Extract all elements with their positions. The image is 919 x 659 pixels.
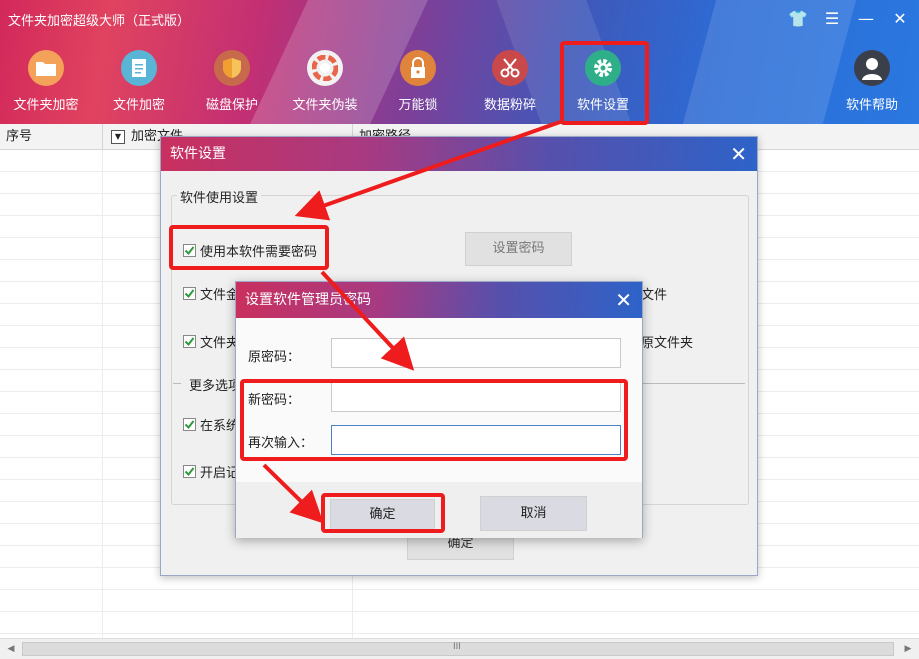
toolbar-label: 数据粉碎 [483, 98, 536, 113]
checkbox-checked-icon [183, 465, 196, 478]
table-row[interactable] [0, 590, 919, 612]
old-password-input[interactable] [331, 338, 621, 368]
app-title: 文件夹加密超级大师（正式版） [8, 14, 191, 29]
option-right-text: 原文件夹 [641, 336, 694, 351]
option-checkbox-4[interactable]: 在系统 [183, 415, 239, 434]
annotation-box-require-password [169, 225, 329, 270]
settings-dialog-title: 软件设置 [170, 146, 226, 162]
password-cancel-button[interactable]: 取消 [480, 496, 587, 531]
toolbar-help[interactable]: 软件帮助 [832, 50, 912, 113]
toolbar-folder-disguise[interactable]: 文件夹伪装 [285, 50, 365, 113]
option-label-4: 在系统 [200, 419, 240, 434]
option-label-2-right: 文件 [641, 284, 667, 303]
toolbar-label: 文件加密 [112, 98, 165, 113]
option-checkbox-2[interactable]: 文件金 [183, 284, 239, 303]
old-password-label: 原密码： [248, 350, 301, 365]
option-right-text: 文件 [641, 288, 668, 303]
file-icon [121, 50, 157, 86]
annotation-box-password-fields [240, 379, 628, 461]
select-all-checkbox[interactable]: ▼ [111, 130, 125, 144]
scroll-right-arrow[interactable]: ▶ [901, 642, 915, 656]
close-button[interactable]: ✕ [889, 8, 911, 30]
scrollbar-grip: III [453, 642, 461, 652]
scrollbar-thumb[interactable]: III [22, 642, 894, 656]
settings-dialog-titlebar: 软件设置 ✕ [161, 137, 757, 171]
user-help-icon [854, 50, 890, 86]
toolbar-data-shred[interactable]: 数据粉碎 [470, 50, 550, 113]
disguise-icon [307, 50, 343, 86]
table-row[interactable] [0, 612, 919, 634]
shredder-icon [492, 50, 528, 86]
column-header-index[interactable]: 序号 [0, 124, 103, 150]
settings-group-label: 软件使用设置 [177, 187, 262, 206]
annotation-box-ok-button [321, 493, 445, 533]
lock-icon [400, 50, 436, 86]
option-label-3: 文件夹 [200, 336, 240, 351]
skin-icon[interactable]: 👕 [787, 8, 809, 30]
divider [173, 383, 181, 384]
option-label-2: 文件金 [200, 288, 240, 303]
toolbar-folder-encrypt[interactable]: 文件夹加密 [6, 50, 86, 113]
toolbar-label: 文件夹加密 [13, 98, 79, 113]
checkbox-checked-icon [183, 287, 196, 300]
toolbar-label: 文件夹伪装 [292, 98, 358, 113]
toolbar-file-encrypt[interactable]: 文件加密 [99, 50, 179, 113]
option-label-3-right: 原文件夹 [641, 332, 693, 351]
option-checkbox-3[interactable]: 文件夹 [183, 332, 239, 351]
toolbar-label: 万能锁 [398, 98, 438, 113]
scroll-left-arrow[interactable]: ◀ [4, 642, 18, 656]
folder-icon [28, 50, 64, 86]
minimize-button[interactable]: — [855, 8, 877, 30]
password-dialog-title: 设置软件管理员密码 [245, 292, 371, 308]
option-label-5: 开启记 [200, 466, 240, 481]
more-options-text: 更多选项 [189, 379, 242, 394]
close-icon[interactable]: ✕ [730, 137, 747, 171]
toolbar-disk-protect[interactable]: 磁盘保护 [192, 50, 272, 113]
divider [641, 383, 745, 384]
close-icon[interactable]: ✕ [615, 282, 632, 318]
password-dialog-titlebar: 设置软件管理员密码 ✕ [236, 282, 642, 318]
checkbox-checked-icon [183, 335, 196, 348]
menu-icon[interactable]: ☰ [821, 8, 843, 30]
annotation-box-settings [560, 41, 649, 125]
grid-divider [102, 150, 103, 640]
toolbar-help-label: 软件帮助 [845, 98, 898, 113]
toolbar-label: 磁盘保护 [205, 98, 258, 113]
toolbar-universal-lock[interactable]: 万能锁 [378, 50, 458, 113]
main-toolbar: 文件夹加密 文件加密 磁盘保护 文件夹伪装 万能锁 数据粉碎 软件设置 软件帮助 [0, 50, 919, 120]
set-password-button[interactable]: 设置密码 [465, 232, 572, 266]
more-options-label: 更多选项 [189, 375, 241, 394]
shield-icon [214, 50, 250, 86]
horizontal-scrollbar[interactable]: ◀ III ▶ [0, 638, 919, 659]
checkbox-checked-icon [183, 418, 196, 431]
option-checkbox-5[interactable]: 开启记 [183, 462, 239, 481]
app-header: 文件夹加密超级大师（正式版） 👕 ☰ — ✕ 文件夹加密 文件加密 磁盘保护 文… [0, 0, 919, 124]
window-controls: 👕 ☰ — ✕ [787, 8, 911, 30]
